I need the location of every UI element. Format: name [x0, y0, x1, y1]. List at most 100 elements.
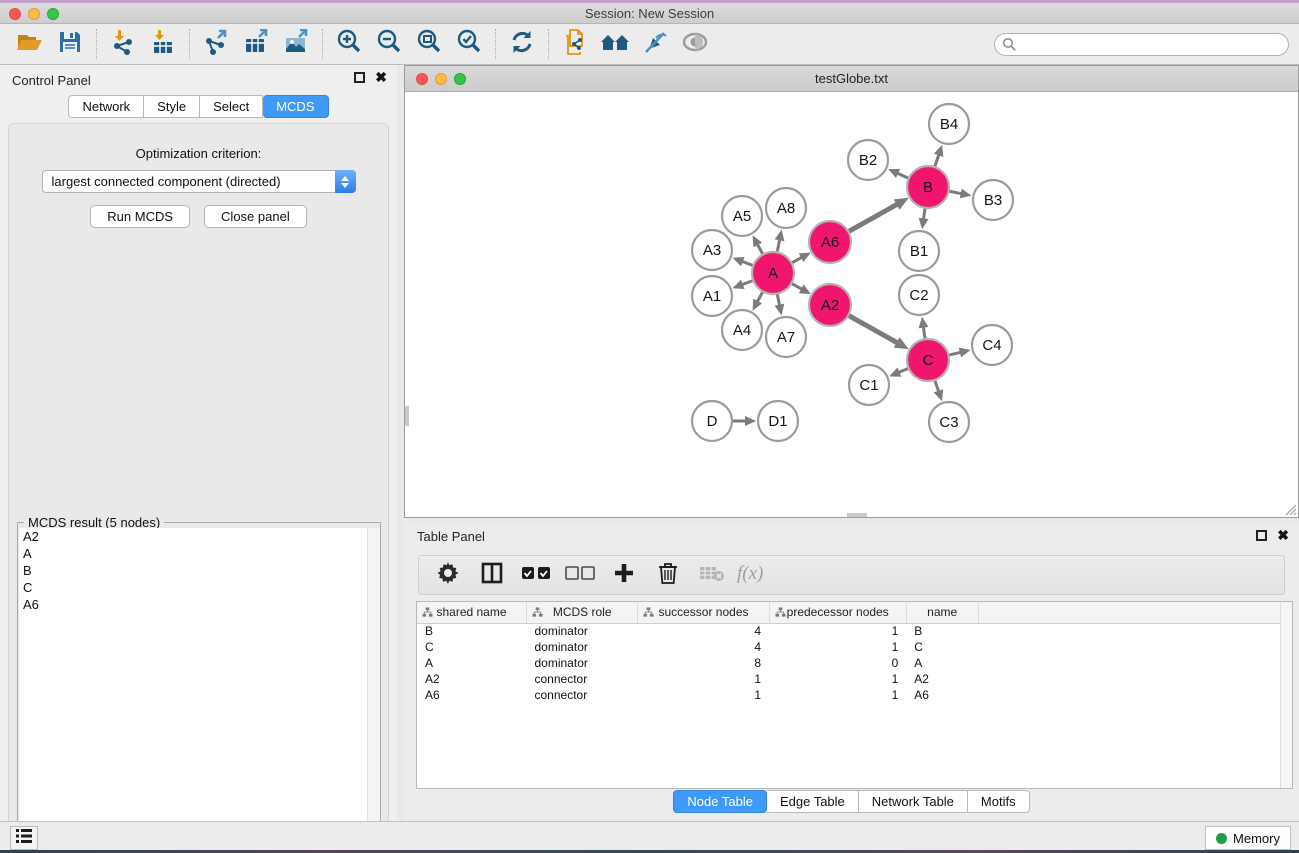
- node-B1[interactable]: B1: [899, 231, 939, 271]
- table-row[interactable]: Cdominator41C: [417, 639, 1292, 655]
- import-network-button[interactable]: [103, 28, 143, 60]
- close-panel-button[interactable]: Close panel: [204, 205, 307, 228]
- node-D1[interactable]: D1: [758, 401, 798, 441]
- node-C3[interactable]: C3: [929, 402, 969, 442]
- export-network-button[interactable]: [196, 28, 236, 60]
- tab-mcds[interactable]: MCDS: [263, 95, 328, 118]
- zoom-selected-button[interactable]: [449, 28, 489, 60]
- open-file-button[interactable]: [10, 28, 50, 60]
- node-C[interactable]: C: [907, 339, 949, 381]
- node-A[interactable]: A: [752, 252, 794, 294]
- table-cell[interactable]: dominator: [527, 639, 638, 655]
- edge-B-B4[interactable]: [935, 154, 939, 167]
- hide-annotations-button[interactable]: [635, 28, 675, 60]
- table-row[interactable]: A2connector11A2: [417, 671, 1292, 687]
- edge-C-C2[interactable]: [923, 327, 925, 340]
- mcds-result-item[interactable]: B: [19, 562, 379, 579]
- table-row[interactable]: Adominator80A: [417, 655, 1292, 671]
- edge-C-C4[interactable]: [948, 352, 960, 355]
- table-cell[interactable]: 1: [638, 671, 769, 687]
- column-header-name[interactable]: name: [906, 602, 978, 623]
- resize-grip-icon[interactable]: [1284, 503, 1297, 516]
- network-horizontal-scrollbar[interactable]: [847, 513, 867, 517]
- column-header-successor-nodes[interactable]: successor nodes: [638, 602, 769, 623]
- table-cell[interactable]: A2: [417, 671, 527, 687]
- node-A7[interactable]: A7: [766, 317, 806, 357]
- mcds-result-item[interactable]: A2: [19, 528, 379, 545]
- node-C1[interactable]: C1: [849, 365, 889, 405]
- node-D[interactable]: D: [692, 401, 732, 441]
- import-table-button[interactable]: [143, 28, 183, 60]
- edge-A-A1[interactable]: [742, 280, 754, 284]
- table-settings-button[interactable]: [433, 560, 463, 590]
- edge-B-B1[interactable]: [924, 208, 926, 220]
- table-cell[interactable]: A6: [417, 687, 527, 703]
- tab-edge-table[interactable]: Edge Table: [767, 790, 859, 813]
- table-cell[interactable]: 1: [769, 671, 906, 687]
- table-cell[interactable]: A2: [906, 671, 978, 687]
- table-cell[interactable]: 1: [769, 623, 906, 639]
- node-B2[interactable]: B2: [848, 140, 888, 180]
- network-graph-canvas[interactable]: B4 B2 B B3 A8 A5 A6 A3 B1 A C2 A1 A2 A4 …: [405, 92, 1298, 517]
- table-scrollbar[interactable]: [1280, 602, 1292, 788]
- edge-C-C3[interactable]: [935, 380, 939, 392]
- mcds-result-item[interactable]: C: [19, 579, 379, 596]
- memory-button[interactable]: Memory: [1205, 826, 1291, 850]
- table-cell[interactable]: 1: [638, 687, 769, 703]
- node-A5[interactable]: A5: [722, 196, 762, 236]
- node-B[interactable]: B: [907, 166, 949, 208]
- edge-A-A8[interactable]: [777, 239, 780, 252]
- network-minimize-button[interactable]: [435, 73, 447, 85]
- tab-network[interactable]: Network: [68, 95, 144, 118]
- network-close-button[interactable]: [416, 73, 428, 85]
- table-cell[interactable]: A: [417, 655, 527, 671]
- tab-select[interactable]: Select: [200, 95, 263, 118]
- table-cell[interactable]: B: [906, 623, 978, 639]
- edge-C-C1[interactable]: [899, 368, 909, 372]
- edge-A-A6[interactable]: [791, 257, 802, 263]
- zoom-in-button[interactable]: [329, 28, 369, 60]
- edge-A-A7[interactable]: [777, 294, 779, 306]
- table-cell[interactable]: 0: [769, 655, 906, 671]
- edge-A-A5[interactable]: [757, 244, 763, 255]
- mcds-result-item[interactable]: A6: [19, 596, 379, 613]
- tab-motifs[interactable]: Motifs: [968, 790, 1030, 813]
- table-float-icon[interactable]: [1256, 530, 1267, 541]
- table-cell[interactable]: C: [906, 639, 978, 655]
- table-cell[interactable]: A: [906, 655, 978, 671]
- table-cell[interactable]: C: [417, 639, 527, 655]
- criterion-dropdown[interactable]: largest connected component (directed): [42, 170, 356, 193]
- edge-A6-B[interactable]: [848, 204, 897, 232]
- column-visibility-button[interactable]: [477, 560, 507, 590]
- maximize-window-button[interactable]: [47, 8, 59, 20]
- table-cell[interactable]: dominator: [527, 623, 638, 639]
- delete-row-button[interactable]: [653, 560, 683, 590]
- tab-network-table[interactable]: Network Table: [859, 790, 968, 813]
- node-A4[interactable]: A4: [722, 310, 762, 350]
- clone-network-button[interactable]: [555, 28, 595, 60]
- table-cell[interactable]: connector: [527, 687, 638, 703]
- node-C2[interactable]: C2: [899, 275, 939, 315]
- network-vertical-scrollbar[interactable]: [405, 406, 409, 426]
- tab-style[interactable]: Style: [144, 95, 200, 118]
- node-A3[interactable]: A3: [692, 230, 732, 270]
- home-button[interactable]: [595, 28, 635, 60]
- zoom-out-button[interactable]: [369, 28, 409, 60]
- table-cell[interactable]: 1: [769, 639, 906, 655]
- table-cell[interactable]: 4: [638, 623, 769, 639]
- node-C4[interactable]: C4: [972, 325, 1012, 365]
- add-row-button[interactable]: [609, 560, 639, 590]
- minimize-window-button[interactable]: [28, 8, 40, 20]
- node-B3[interactable]: B3: [973, 180, 1013, 220]
- node-A1[interactable]: A1: [692, 276, 732, 316]
- edge-A2-C[interactable]: [848, 315, 897, 343]
- refresh-button[interactable]: [502, 28, 542, 60]
- select-all-button[interactable]: [521, 560, 551, 590]
- edge-A-A3[interactable]: [742, 261, 754, 265]
- edge-B-B3[interactable]: [949, 191, 962, 194]
- edge-A-A2[interactable]: [791, 283, 802, 289]
- close-window-button[interactable]: [9, 8, 21, 20]
- column-header-predecessor-nodes[interactable]: predecessor nodes: [769, 602, 906, 623]
- edge-B-B2[interactable]: [897, 173, 909, 178]
- column-header-shared-name[interactable]: shared name: [417, 602, 527, 623]
